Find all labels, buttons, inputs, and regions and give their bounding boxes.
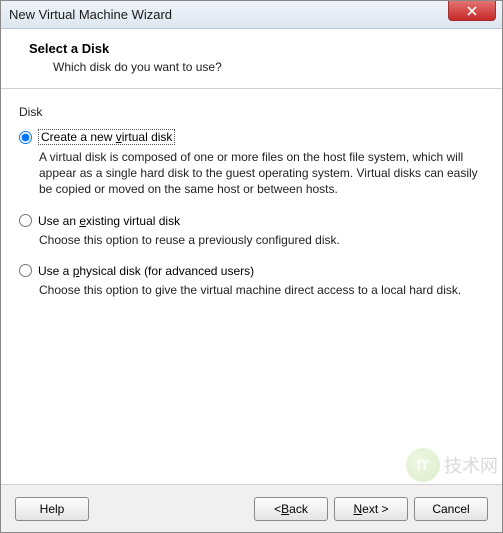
option-label: Use an existing virtual disk — [38, 214, 180, 228]
cancel-button[interactable]: Cancel — [414, 497, 488, 521]
close-icon — [467, 6, 477, 16]
radio-create-new[interactable] — [19, 131, 32, 144]
option-desc: Choose this option to reuse a previously… — [39, 232, 484, 248]
help-button[interactable]: Help — [15, 497, 89, 521]
page-title: Select a Disk — [29, 41, 484, 56]
page-subtitle: Which disk do you want to use? — [29, 60, 484, 74]
wizard-header: Select a Disk Which disk do you want to … — [1, 29, 502, 89]
wizard-window: New Virtual Machine Wizard Select a Disk… — [0, 0, 503, 533]
option-existing: Use an existing virtual disk Choose this… — [19, 214, 484, 248]
footer: Help < Back Next > Cancel — [1, 484, 502, 532]
option-row[interactable]: Create a new virtual disk — [19, 129, 484, 145]
window-title: New Virtual Machine Wizard — [9, 7, 172, 22]
next-button[interactable]: Next > — [334, 497, 408, 521]
option-label: Use a physical disk (for advanced users) — [38, 264, 254, 278]
option-desc: Choose this option to give the virtual m… — [39, 282, 484, 298]
content-area: Disk Create a new virtual disk A virtual… — [1, 89, 502, 484]
radio-existing[interactable] — [19, 214, 32, 227]
option-create-new: Create a new virtual disk A virtual disk… — [19, 129, 484, 198]
group-label: Disk — [19, 105, 484, 119]
option-row[interactable]: Use an existing virtual disk — [19, 214, 484, 228]
back-button[interactable]: < Back — [254, 497, 328, 521]
option-desc: A virtual disk is composed of one or mor… — [39, 149, 484, 198]
option-label: Create a new virtual disk — [38, 129, 175, 145]
option-physical: Use a physical disk (for advanced users)… — [19, 264, 484, 298]
option-row[interactable]: Use a physical disk (for advanced users) — [19, 264, 484, 278]
radio-physical[interactable] — [19, 264, 32, 277]
titlebar: New Virtual Machine Wizard — [1, 1, 502, 29]
close-button[interactable] — [448, 1, 496, 21]
